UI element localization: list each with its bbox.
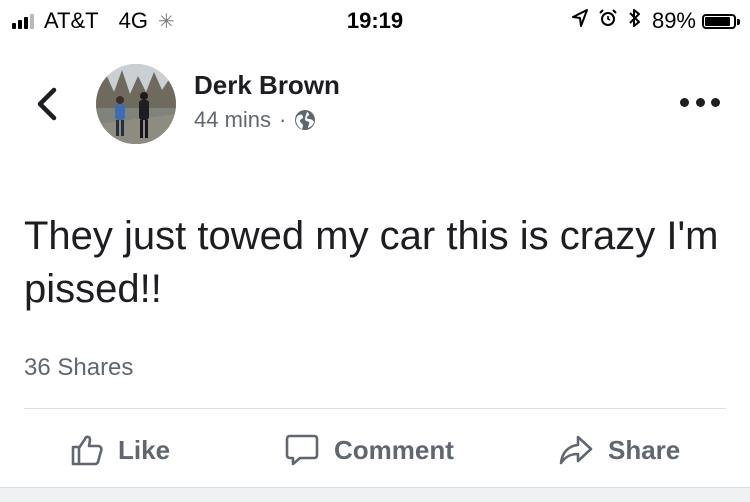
- more-dot-icon: [680, 97, 689, 107]
- back-button[interactable]: [34, 86, 60, 122]
- bluetooth-icon: [628, 8, 642, 34]
- post-timestamp[interactable]: 44 mins: [194, 107, 271, 133]
- share-button[interactable]: Share: [558, 430, 680, 470]
- more-options-button[interactable]: [680, 94, 720, 110]
- share-label: Share: [608, 434, 681, 465]
- battery-icon: [702, 13, 740, 29]
- like-button[interactable]: Like: [70, 430, 170, 470]
- post-meta: 44 mins ·: [194, 107, 316, 133]
- avatar[interactable]: [96, 64, 176, 144]
- more-dot-icon: [711, 97, 720, 107]
- share-arrow-icon: [559, 435, 593, 465]
- author-name[interactable]: Derk Brown: [194, 70, 340, 101]
- battery-percent: 89%: [651, 8, 696, 33]
- thumbs-up-icon: [71, 435, 103, 466]
- shares-count[interactable]: 36 Shares: [24, 354, 133, 382]
- post-text: They just towed my car this is crazy I'm…: [24, 214, 719, 311]
- bottom-strip: [0, 487, 750, 502]
- status-bar: AT&T 4G ✳ 19:19 89%: [0, 0, 750, 40]
- globe-icon[interactable]: [294, 109, 316, 131]
- comment-bubble-icon: [285, 434, 319, 466]
- more-dot-icon: [695, 97, 705, 107]
- divider: [24, 408, 726, 409]
- comment-label: Comment: [334, 434, 454, 465]
- like-label: Like: [118, 434, 171, 465]
- comment-button[interactable]: Comment: [284, 430, 454, 470]
- action-bar: Like Comment Share: [0, 420, 750, 480]
- location-arrow-icon: [571, 9, 588, 33]
- avatar-photo: [96, 64, 176, 144]
- meta-separator: ·: [279, 107, 287, 132]
- chevron-left-icon: [37, 87, 57, 121]
- alarm-icon: [598, 8, 618, 34]
- status-right: 89%: [562, 8, 740, 34]
